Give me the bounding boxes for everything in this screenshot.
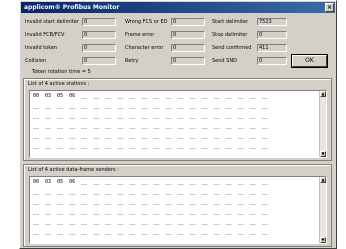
- send-confirmed-label: Send confirmed: [212, 45, 252, 51]
- list-item: __ __ __ __ __ __ __ __ __ __ __ __ __ _…: [33, 143, 268, 149]
- list-item: __ __ __ __ __ __ __ __ __ __ __ __ __ _…: [33, 189, 268, 195]
- send-snd-field: 0: [257, 57, 287, 65]
- up-arrow-icon[interactable]: ▲: [320, 177, 326, 183]
- list-item: __ __ __ __ __ __ __ __ __ __ __ __ __ _…: [33, 103, 268, 109]
- list-item: 00 03 05 06 __ __ __ __ __ __ __ __ __ _…: [33, 93, 268, 99]
- character-error-label: Character error: [125, 45, 164, 51]
- active-stations-title: List of 4 active stations :: [28, 81, 90, 87]
- list-item: __ __ __ __ __ __ __ __ __ __ __ __ __ _…: [33, 133, 268, 139]
- stop-delimiter-label: Stop delimiter: [212, 32, 248, 38]
- retry-label: Retry: [125, 58, 139, 64]
- list-item: 00 03 05 06 __ __ __ __ __ __ __ __ __ _…: [33, 179, 268, 185]
- wrong-fcs-label: Wrong FCS or ED: [125, 19, 168, 25]
- down-arrow-icon[interactable]: ▼: [320, 151, 326, 157]
- list-item: __ __ __ __ __ __ __ __ __ __ __ __ __ _…: [33, 209, 268, 215]
- window-title: applicom® Profibus Monitor: [24, 4, 120, 11]
- list-item: __ __ __ __ __ __ __ __ __ __ __ __ __ _…: [33, 229, 268, 235]
- active-senders-list[interactable]: 00 03 05 06 __ __ __ __ __ __ __ __ __ _…: [29, 176, 327, 244]
- start-delimiter-field: 7523: [257, 18, 287, 26]
- close-button[interactable]: ×: [325, 3, 334, 12]
- wrong-fcs-field: 0: [171, 18, 205, 26]
- active-senders-title: List of 4 active data-frame senders :: [28, 167, 119, 173]
- send-confirmed-field: 411: [257, 44, 287, 52]
- stop-delimiter-field: 0: [257, 31, 287, 39]
- frame-error-field: 0: [171, 31, 205, 39]
- collision-label: Collision: [25, 58, 46, 64]
- invalid-start-delimiter-label: Invalid start delimiter: [25, 19, 79, 25]
- retry-field: 0: [171, 57, 205, 65]
- stations-scrollbar[interactable]: ▲ ▼: [319, 91, 326, 157]
- token-rotation-time: Token rotation time = 5: [32, 69, 91, 75]
- monitor-window: applicom® Profibus Monitor × Invalid sta…: [19, 0, 337, 249]
- collision-field: 0: [82, 57, 116, 65]
- character-error-field: 0: [171, 44, 205, 52]
- invalid-start-delimiter-field: 0: [82, 18, 116, 26]
- ok-button[interactable]: OK: [292, 55, 327, 67]
- close-icon: ×: [326, 4, 333, 11]
- list-item: __ __ __ __ __ __ __ __ __ __ __ __ __ _…: [33, 199, 268, 205]
- up-arrow-icon[interactable]: ▲: [320, 91, 326, 97]
- list-item: __ __ __ __ __ __ __ __ __ __ __ __ __ _…: [33, 219, 268, 225]
- frame-error-label: Frame error: [125, 32, 155, 38]
- list-item: __ __ __ __ __ __ __ __ __ __ __ __ __ _…: [33, 113, 268, 119]
- senders-scrollbar[interactable]: ▲ ▼: [319, 177, 326, 243]
- down-arrow-icon[interactable]: ▼: [320, 237, 326, 243]
- send-snd-label: Send SND: [212, 58, 237, 64]
- active-senders-group: List of 4 active data-frame senders : 00…: [23, 164, 332, 247]
- invalid-fcb-fcv-label: Invalid FCB/FCV: [25, 32, 65, 38]
- start-delimiter-label: Start delimiter: [212, 19, 249, 25]
- title-bar[interactable]: applicom® Profibus Monitor ×: [21, 2, 335, 13]
- list-item: __ __ __ __ __ __ __ __ __ __ __ __ __ _…: [33, 123, 268, 129]
- active-stations-group: List of 4 active stations : 00 03 05 06 …: [23, 78, 332, 161]
- active-stations-list[interactable]: 00 03 05 06 __ __ __ __ __ __ __ __ __ _…: [29, 90, 327, 158]
- invalid-fcb-fcv-field: 0: [82, 31, 116, 39]
- invalid-token-label: Invalid token: [25, 45, 58, 51]
- invalid-token-field: 0: [82, 44, 116, 52]
